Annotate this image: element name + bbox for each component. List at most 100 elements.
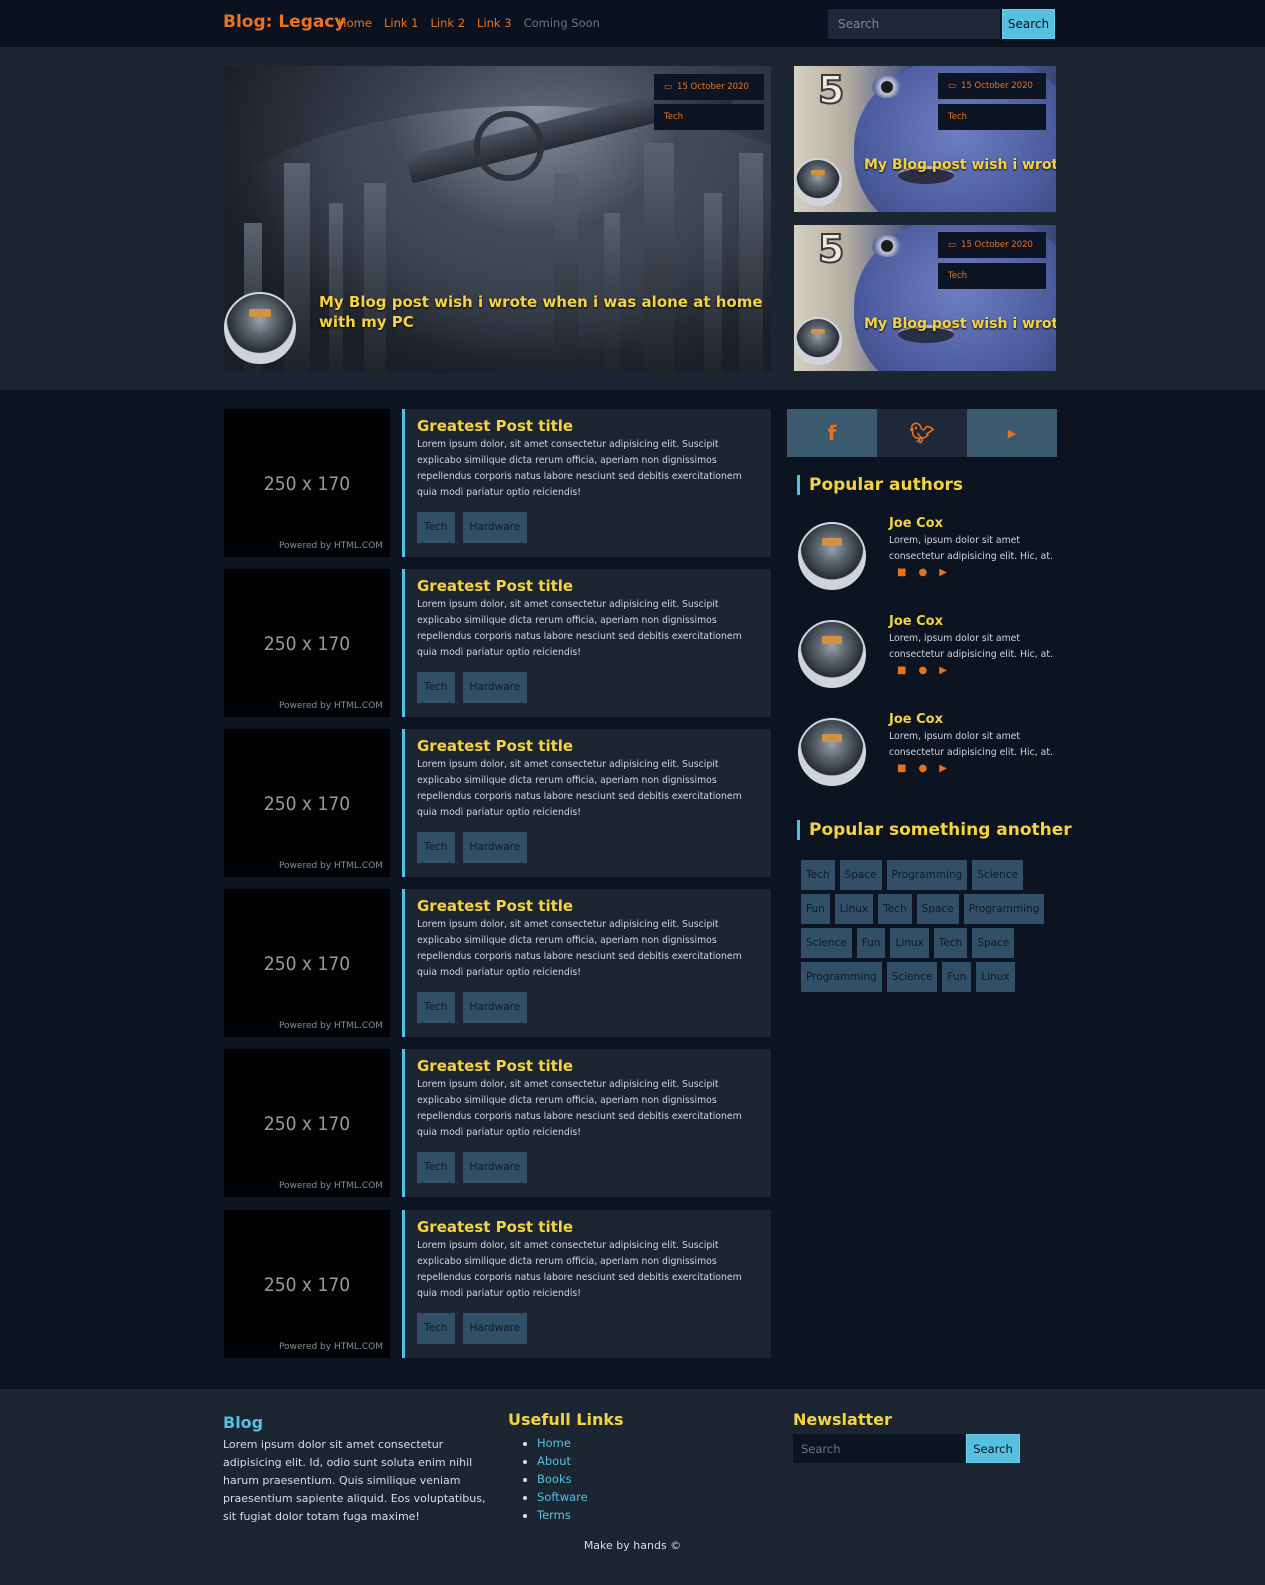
tag-cloud-item[interactable]: Tech <box>933 928 968 958</box>
post-card[interactable]: 250 x 170 Powered by HTML.COM Greatest Po… <box>224 729 771 877</box>
tag-cloud-item[interactable]: Programming <box>801 962 882 992</box>
hero-side-card[interactable]: 5 ▭ 15 October 2020 Tech My Blog post wis… <box>794 225 1056 371</box>
author-socials: ■ ● ▶ <box>897 665 947 676</box>
thumbnail-credit: Powered by HTML.COM <box>278 1021 383 1031</box>
hero-side-title[interactable]: My Blog post wish i wrote <box>864 316 1056 332</box>
tag-cloud-item[interactable]: Programming <box>886 860 968 890</box>
post-tags: Tech Hardware <box>417 512 528 543</box>
post-card[interactable]: 250 x 170 Powered by HTML.COM Greatest Po… <box>224 1210 771 1358</box>
tag-hardware[interactable]: Hardware <box>462 1313 528 1344</box>
facebook-icon[interactable]: ■ <box>897 763 906 774</box>
tag-cloud-item[interactable]: Science <box>801 928 852 958</box>
footer-link-terms[interactable]: Terms <box>537 1506 588 1524</box>
post-body: Greatest Post title Lorem ipsum dolor, s… <box>402 1049 771 1197</box>
post-excerpt: Lorem ipsum dolor, sit amet consectetur … <box>417 1079 742 1138</box>
tag-hardware[interactable]: Hardware <box>462 512 528 543</box>
hero-title[interactable]: My Blog post wish i wrote when i was alo… <box>319 292 764 332</box>
youtube-icon[interactable]: ▶ <box>939 763 947 774</box>
hero-main-card[interactable]: ▭ 15 October 2020 Tech My Blog post wish … <box>224 66 771 373</box>
tag-cloud-item[interactable]: Linux <box>890 928 929 958</box>
footer-blog-text: Lorem ipsum dolor sit amet consectetur a… <box>223 1438 486 1523</box>
tag-cloud-item[interactable]: Linux <box>834 894 874 924</box>
hero-side-date: 15 October 2020 <box>961 240 1033 250</box>
facebook-icon[interactable]: ■ <box>897 567 906 578</box>
author-name[interactable]: Joe Cox <box>889 614 943 629</box>
tag-hardware[interactable]: Hardware <box>462 992 528 1023</box>
nav-link-1[interactable]: Link 1 <box>384 16 419 30</box>
post-title[interactable]: Greatest Post title <box>417 737 759 755</box>
author-card[interactable]: Joe Cox Lorem, ipsum dolor sit amet cons… <box>798 712 1056 786</box>
tag-cloud-item[interactable]: Space <box>916 894 959 924</box>
post-card[interactable]: 250 x 170 Powered by HTML.COM Greatest Po… <box>224 569 771 717</box>
post-card[interactable]: 250 x 170 Powered by HTML.COM Greatest Po… <box>224 409 771 557</box>
tag-tech[interactable]: Tech <box>417 1152 455 1183</box>
post-title[interactable]: Greatest Post title <box>417 897 759 915</box>
hero-side-card[interactable]: 5 ▭ 15 October 2020 Tech My Blog post wis… <box>794 66 1056 212</box>
post-body: Greatest Post title Lorem ipsum dolor, s… <box>402 729 771 877</box>
post-title[interactable]: Greatest Post title <box>417 1057 759 1075</box>
nav-link-2[interactable]: Link 2 <box>431 16 466 30</box>
author-card[interactable]: Joe Cox Lorem, ipsum dolor sit amet cons… <box>798 614 1056 688</box>
tag-hardware[interactable]: Hardware <box>462 1152 528 1183</box>
search-button[interactable]: Search <box>1002 9 1055 39</box>
hero-side-category[interactable]: Tech <box>938 263 1046 289</box>
telegram-icon[interactable]: ● <box>918 665 927 676</box>
newsletter-input[interactable] <box>793 1434 965 1463</box>
tag-cloud-item[interactable]: Programming <box>963 894 1045 924</box>
tag-cloud-item[interactable]: Tech <box>878 894 912 924</box>
author-name[interactable]: Joe Cox <box>889 516 943 531</box>
tag-cloud-item[interactable]: Fun <box>856 928 886 958</box>
copyright-text: Make by hands © <box>583 1539 682 1552</box>
author-desc: Lorem, ipsum dolor sit amet consectetur … <box>889 731 1053 758</box>
facebook-icon[interactable]: ■ <box>897 665 906 676</box>
author-avatar <box>794 158 842 206</box>
telegram-icon[interactable]: ● <box>918 567 927 578</box>
post-title[interactable]: Greatest Post title <box>417 577 759 595</box>
hero-side-category[interactable]: Tech <box>938 104 1046 130</box>
post-thumbnail: 250 x 170 Powered by HTML.COM <box>224 409 390 557</box>
nav-link-3[interactable]: Link 3 <box>477 16 512 30</box>
post-title[interactable]: Greatest Post title <box>417 1218 759 1236</box>
youtube-icon[interactable]: ▶ <box>967 409 1057 457</box>
facebook-icon[interactable]: f <box>787 409 877 457</box>
tag-cloud-item[interactable]: Fun <box>942 962 972 992</box>
brand-logo[interactable]: Blog: Legacy <box>223 12 346 32</box>
footer-blog-title: Blog <box>223 1413 264 1432</box>
footer-link-books[interactable]: Books <box>537 1470 588 1488</box>
tag-hardware[interactable]: Hardware <box>462 672 528 703</box>
tag-tech[interactable]: Tech <box>417 672 455 703</box>
twitter-icon[interactable]: 🐦︎ <box>877 409 967 457</box>
tag-tech[interactable]: Tech <box>417 832 455 863</box>
tag-cloud-item[interactable]: Space <box>972 928 1015 958</box>
footer-link-about[interactable]: About <box>537 1452 588 1470</box>
tag-cloud-item[interactable]: Tech <box>801 860 835 890</box>
nav-link-home[interactable]: Home <box>338 16 372 30</box>
author-card[interactable]: Joe Cox Lorem, ipsum dolor sit amet cons… <box>798 516 1056 590</box>
tag-cloud-item[interactable]: Fun <box>801 894 830 924</box>
tag-tech[interactable]: Tech <box>417 992 455 1023</box>
youtube-icon[interactable]: ▶ <box>939 665 947 676</box>
footer-link-software[interactable]: Software <box>537 1488 588 1506</box>
tower-image <box>329 203 343 373</box>
youtube-icon[interactable]: ▶ <box>939 567 947 578</box>
tag-hardware[interactable]: Hardware <box>462 832 528 863</box>
tag-cloud-item[interactable]: Linux <box>976 962 1015 992</box>
footer-newsletter-title: Newslatter <box>793 1410 892 1429</box>
post-card[interactable]: 250 x 170 Powered by HTML.COM Greatest Po… <box>224 1049 771 1197</box>
footer-link-home[interactable]: Home <box>537 1434 588 1452</box>
search-input[interactable] <box>828 9 1000 39</box>
hero-side-title[interactable]: My Blog post wish i wrote <box>864 157 1056 173</box>
post-card[interactable]: 250 x 170 Powered by HTML.COM Greatest Po… <box>224 889 771 1037</box>
post-title[interactable]: Greatest Post title <box>417 417 759 435</box>
tag-cloud-item[interactable]: Science <box>886 962 938 992</box>
hero-category[interactable]: Tech <box>654 104 764 130</box>
telegram-icon[interactable]: ● <box>918 763 927 774</box>
post-excerpt: Lorem ipsum dolor, sit amet consectetur … <box>417 1240 742 1299</box>
author-name[interactable]: Joe Cox <box>889 712 943 727</box>
tag-tech[interactable]: Tech <box>417 512 455 543</box>
newsletter-button[interactable]: Search <box>966 1434 1020 1463</box>
tag-cloud-item[interactable]: Space <box>839 860 882 890</box>
thumbnail-credit: Powered by HTML.COM <box>278 541 383 551</box>
tag-cloud-item[interactable]: Science <box>972 860 1024 890</box>
tag-tech[interactable]: Tech <box>417 1313 455 1344</box>
